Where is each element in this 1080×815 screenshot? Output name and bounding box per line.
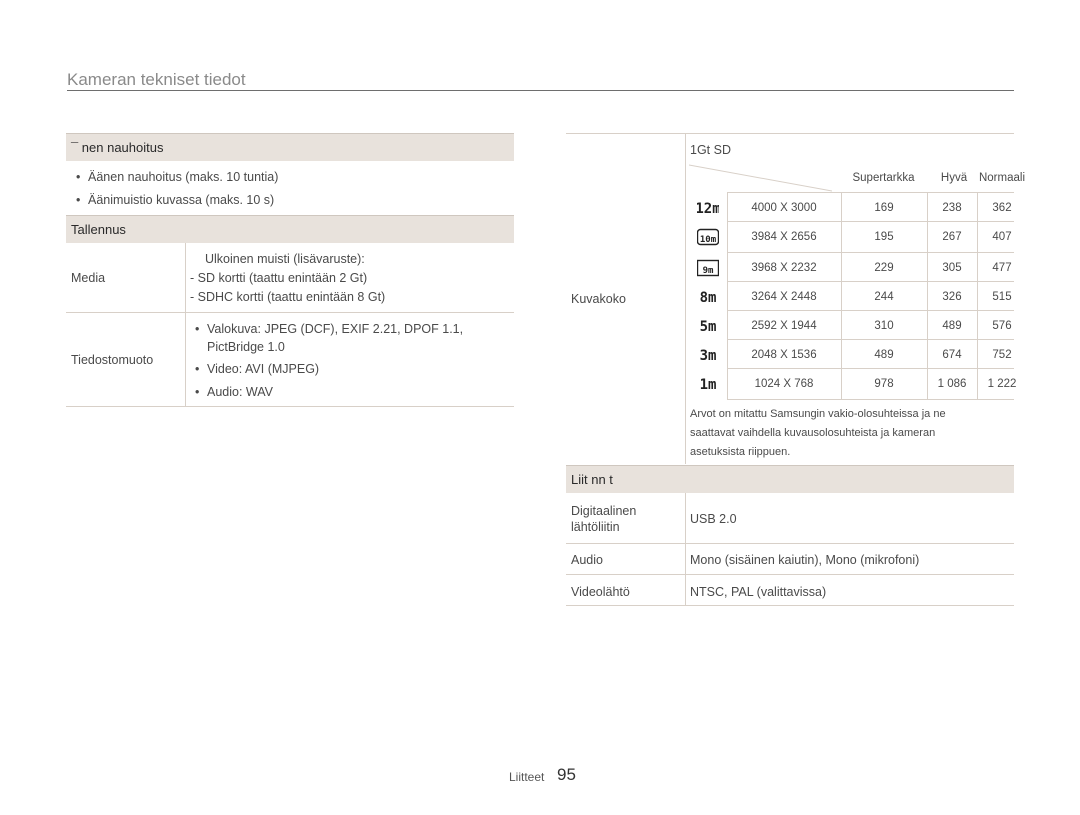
shot-count-cell: 515: [992, 291, 1012, 303]
shot-count-cell: 229: [874, 262, 894, 274]
note-line-2: saattavat vaihdella kuvausolosuhteista j…: [690, 427, 936, 439]
shot-count-cell: 169: [874, 202, 894, 214]
video-output-value: NTSC, PAL (valittavissa): [690, 585, 827, 599]
resolution-cell: 3968 X 2232: [751, 262, 817, 274]
size-table-rule: [727, 281, 1014, 282]
12m-icon: 12m: [697, 199, 719, 217]
svg-text:10m: 10m: [700, 235, 717, 245]
column-header-normaali: Normaali: [978, 172, 1025, 184]
format-line-1: Valokuva: JPEG (DCF), EXIF 2.21, DPOF 1.…: [195, 322, 463, 336]
shot-count-cell: 1 086: [937, 378, 967, 390]
storage-column-divider: [185, 243, 186, 407]
footer-section-label: Liitteet: [509, 770, 545, 784]
storage-bottom-rule: [66, 406, 514, 407]
svg-text:1m: 1m: [700, 377, 717, 393]
sound-recording-header: ¯ nen nauhoitus: [66, 133, 514, 161]
shot-count-cell: 244: [874, 291, 894, 303]
shot-count-cell: 310: [874, 320, 894, 332]
title-rule: [67, 90, 1014, 91]
shot-count-cell: 674: [942, 349, 962, 361]
size-table-rule: [727, 310, 1014, 311]
card-label: 1Gt SD: [690, 143, 731, 157]
8m-icon: 8m: [697, 288, 719, 306]
shot-count-cell: 267: [942, 231, 962, 243]
resolution-cell: 3984 X 2656: [751, 231, 817, 243]
format-label: Tiedostomuoto: [71, 353, 154, 367]
shot-count-cell: 978: [874, 378, 894, 390]
audio-label: Audio: [571, 553, 603, 567]
note-line-1: Arvot on mitattu Samsungin vakio-olosuht…: [690, 408, 946, 420]
digital-output-value: USB 2.0: [690, 512, 737, 526]
svg-text:3m: 3m: [700, 348, 717, 364]
video-output-label: Videolähtö: [571, 585, 630, 599]
image-size-top-rule: [566, 133, 1014, 134]
digital-output-label-1: Digitaalinen: [571, 504, 637, 518]
connections-divider-1: [566, 543, 1014, 544]
shot-count-cell: 489: [942, 320, 962, 332]
resolution-cell: 1024 X 768: [754, 378, 814, 390]
format-line-4: Audio: WAV: [195, 385, 273, 399]
audio-value: Mono (sisäinen kaiutin), Mono (mikrofoni…: [690, 553, 920, 567]
shot-count-cell: 238: [942, 202, 962, 214]
shot-count-cell: 752: [992, 349, 1012, 361]
size-table-rule: [727, 252, 1014, 253]
shot-count-cell: 362: [992, 202, 1012, 214]
note-line-3: asetuksista riippuen.: [690, 446, 791, 458]
9m-icon: 9m: [697, 259, 719, 277]
size-table-rule: [727, 399, 1014, 400]
shot-count-cell: 195: [874, 231, 894, 243]
connections-bottom-rule: [566, 605, 1014, 606]
size-table-rule: [727, 221, 1014, 222]
shot-count-cell: 489: [874, 349, 894, 361]
shot-count-cell: 1 222: [987, 378, 1017, 390]
sound-bullet-1: Äänen nauhoitus (maks. 10 tuntia): [76, 170, 278, 184]
resolution-cell: 3264 X 2448: [751, 291, 817, 303]
10m-icon: 10m: [697, 228, 719, 246]
shot-count-cell: 305: [942, 262, 962, 274]
format-line-3: Video: AVI (MJPEG): [195, 362, 319, 376]
media-line-2: - SD kortti (taattu enintään 2 Gt): [190, 271, 368, 285]
storage-header: Tallennus: [66, 215, 514, 243]
shot-count-cell: 576: [992, 320, 1012, 332]
size-table-rule: [727, 368, 1014, 369]
media-line-1: Ulkoinen muisti (lisävaruste):: [205, 252, 365, 266]
image-size-table: Supertarkka Hyvä Normaali 12m 4000 X 3000…: [689, 164, 1025, 400]
svg-text:12m: 12m: [697, 201, 719, 217]
svg-text:5m: 5m: [700, 319, 717, 335]
resolution-cell: 2048 X 1536: [751, 349, 817, 361]
connections-column-divider: [685, 493, 686, 605]
sound-bullet-2: Äänimuistio kuvassa (maks. 10 s): [76, 193, 274, 207]
size-table-rule: [727, 192, 1014, 193]
5m-icon: 5m: [697, 317, 719, 335]
page-number: 95: [557, 765, 576, 784]
column-header-hyva: Hyvä: [940, 172, 968, 184]
1m-icon: 1m: [697, 375, 719, 393]
image-size-label: Kuvakoko: [571, 292, 626, 306]
page-title: Kameran tekniset tiedot: [67, 70, 246, 89]
storage-divider: [66, 312, 514, 313]
resolution-cell: 4000 X 3000: [751, 202, 817, 214]
column-header-supertarkka: Supertarkka: [852, 172, 915, 184]
size-table-rule: [727, 339, 1014, 340]
3m-icon: 3m: [697, 346, 719, 364]
svg-text:9m: 9m: [703, 266, 714, 276]
connections-divider-2: [566, 574, 1014, 575]
table-header-diagonal: [689, 164, 832, 192]
media-label: Media: [71, 271, 106, 285]
media-line-3: - SDHC kortti (taattu enintään 8 Gt): [190, 290, 386, 304]
digital-output-label-2: lähtöliitin: [571, 520, 620, 534]
shot-count-cell: 477: [992, 262, 1012, 274]
shot-count-cell: 407: [992, 231, 1012, 243]
image-size-column-divider: [685, 133, 686, 464]
shot-count-cell: 326: [942, 291, 962, 303]
connections-header: Liit nn t: [566, 465, 1014, 493]
format-line-2: PictBridge 1.0: [207, 340, 285, 354]
svg-text:8m: 8m: [700, 290, 717, 306]
resolution-cell: 2592 X 1944: [751, 320, 817, 332]
